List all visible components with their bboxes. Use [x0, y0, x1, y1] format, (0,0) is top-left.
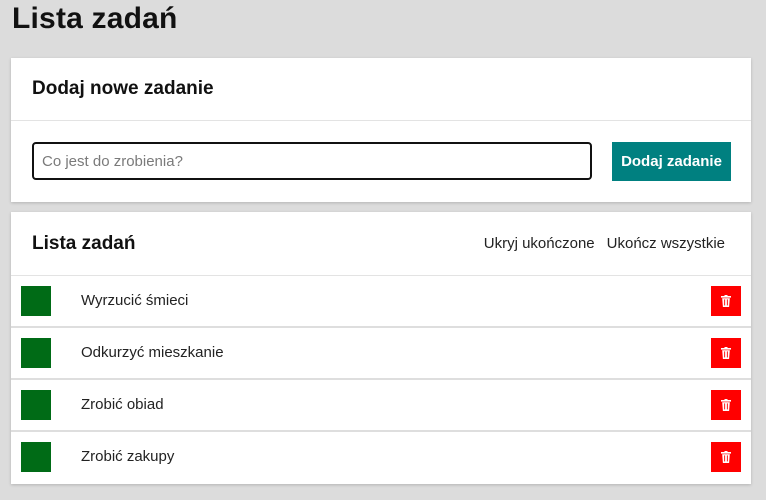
task-list-header: Lista zadań Ukryj ukończone Ukończ wszys… — [11, 212, 751, 276]
trash-icon — [721, 295, 731, 307]
delete-task-button[interactable] — [711, 390, 741, 420]
task-row: Odkurzyć mieszkanie — [11, 328, 751, 380]
delete-task-button[interactable] — [711, 442, 741, 472]
add-task-form: Dodaj zadanie — [11, 121, 751, 201]
delete-task-button[interactable] — [711, 338, 741, 368]
task-list-actions: Ukryj ukończone Ukończ wszystkie — [484, 234, 725, 254]
add-task-card-header: Dodaj nowe zadanie — [11, 58, 751, 121]
add-task-button[interactable]: Dodaj zadanie — [612, 142, 731, 181]
task-label: Odkurzyć mieszkanie — [81, 344, 224, 361]
add-task-heading: Dodaj nowe zadanie — [32, 78, 214, 99]
trash-icon — [721, 399, 731, 411]
task-label: Zrobić obiad — [81, 396, 164, 413]
task-label: Zrobić zakupy — [81, 448, 175, 465]
add-task-card: Dodaj nowe zadanie Dodaj zadanie — [11, 58, 751, 202]
task-list: Wyrzucić śmieci Odkurzyć mieszkanie Zrob… — [11, 276, 751, 484]
task-row: Wyrzucić śmieci — [11, 276, 751, 328]
task-list-card: Lista zadań Ukryj ukończone Ukończ wszys… — [11, 212, 751, 484]
complete-task-checkbox[interactable] — [21, 338, 51, 368]
task-row: Zrobić obiad — [11, 380, 751, 432]
new-task-input[interactable] — [32, 142, 592, 180]
task-list-heading: Lista zadań — [32, 233, 136, 254]
complete-task-checkbox[interactable] — [21, 390, 51, 420]
task-row: Zrobić zakupy — [11, 432, 751, 484]
trash-icon — [721, 451, 731, 463]
trash-icon — [721, 347, 731, 359]
task-label: Wyrzucić śmieci — [81, 292, 189, 309]
delete-task-button[interactable] — [711, 286, 741, 316]
page-title: Lista zadań — [12, 2, 178, 35]
complete-all-button[interactable]: Ukończ wszystkie — [607, 234, 725, 254]
hide-completed-button[interactable]: Ukryj ukończone — [484, 234, 595, 254]
complete-task-checkbox[interactable] — [21, 286, 51, 316]
complete-task-checkbox[interactable] — [21, 442, 51, 472]
